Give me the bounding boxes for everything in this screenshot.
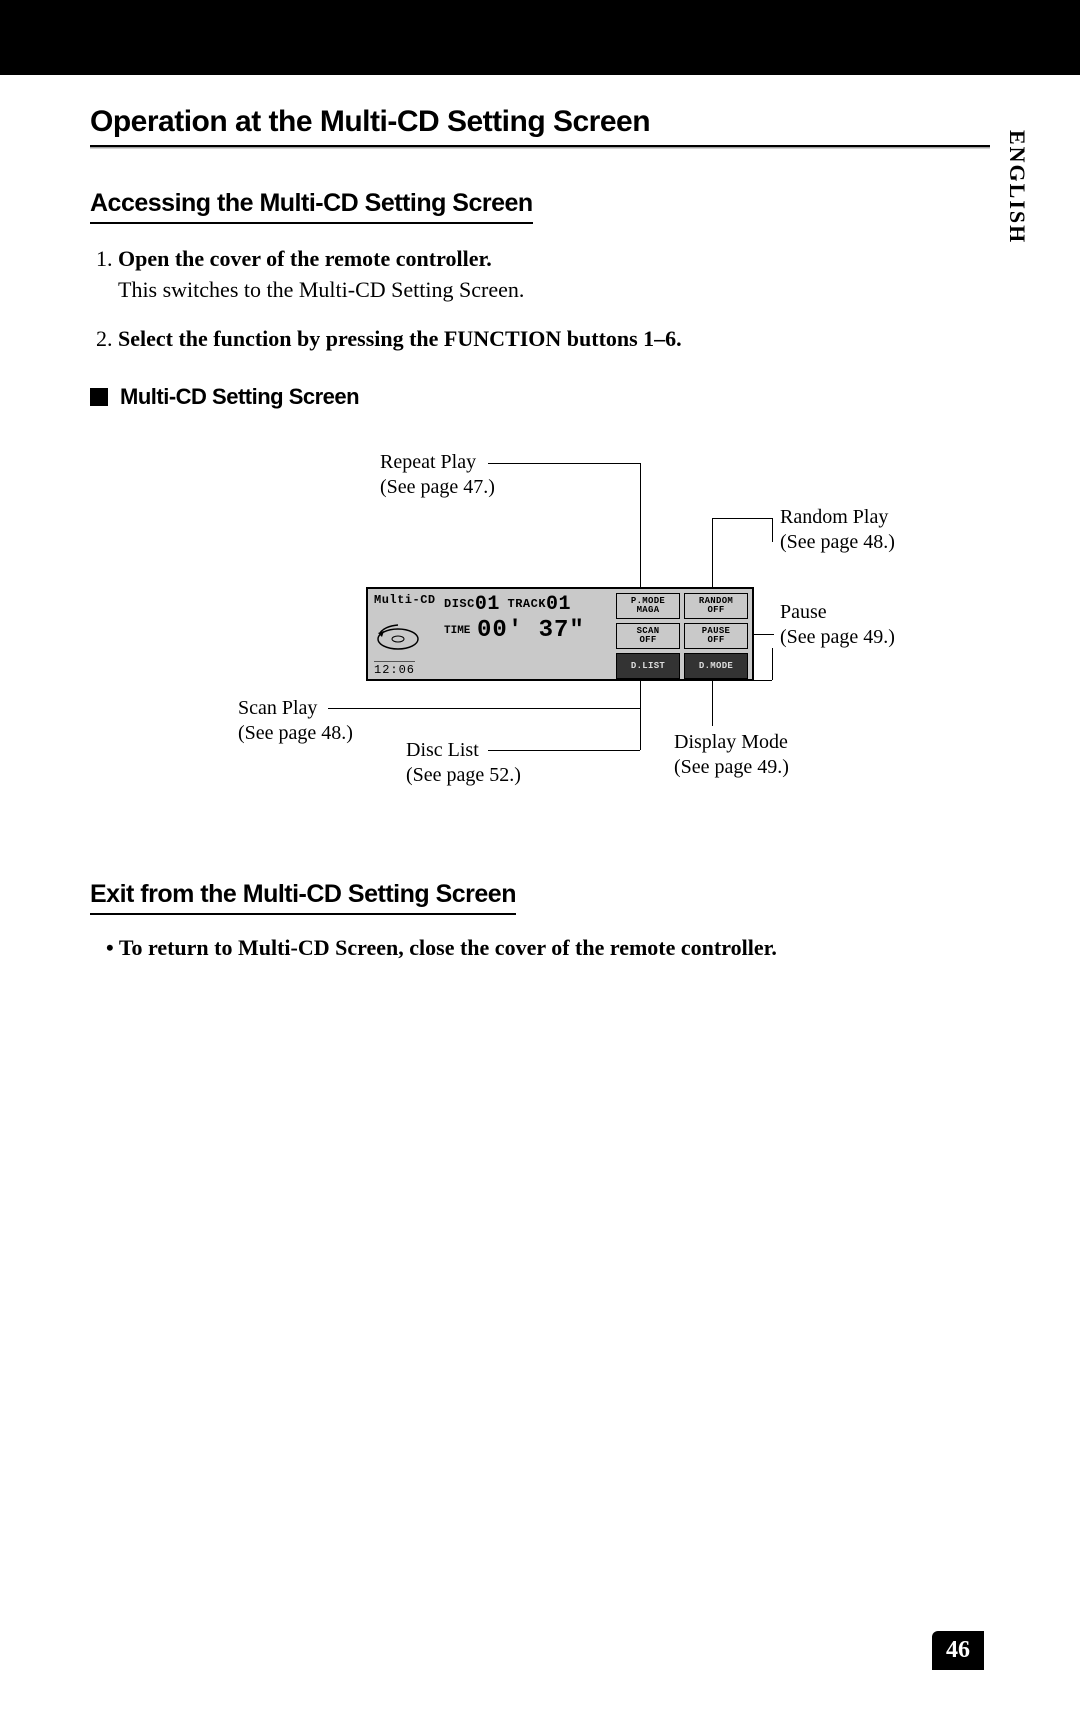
page-content: ENGLISH Operation at the Multi-CD Settin… <box>0 75 1080 1710</box>
callout-pause-ref: (See page 49.) <box>780 625 895 650</box>
steps-list: Open the cover of the remote controller.… <box>90 244 990 354</box>
exit-heading: Exit from the Multi-CD Setting Screen <box>90 880 516 915</box>
title-rule <box>90 145 990 149</box>
lcd-btn-scan: SCAN OFF <box>616 623 680 649</box>
section-title: Operation at the Multi-CD Setting Screen <box>90 105 990 139</box>
lcd-btn-random-l2: OFF <box>707 606 724 615</box>
leader-line <box>488 750 640 751</box>
leader-line <box>712 680 713 726</box>
lcd-clock: 12:06 <box>374 661 415 677</box>
exit-bullet: To return to Multi-CD Screen, close the … <box>106 935 990 961</box>
lcd-btn-dlist-l1: D.LIST <box>631 662 665 671</box>
lcd-time-row: TIME 00' 37" <box>444 617 585 644</box>
leader-line <box>772 648 773 680</box>
callout-dispmode-ref: (See page 49.) <box>674 755 789 780</box>
lcd-button-grid: P.MODE MAGA RANDOM OFF SCAN OFF PAUSE OF… <box>616 593 748 679</box>
leader-line <box>712 518 772 519</box>
header-black-bar <box>0 0 1080 75</box>
step-2-main: Select the function by pressing the FUNC… <box>118 326 682 351</box>
callout-random-title: Random Play <box>780 505 895 530</box>
lcd-time-value: 00' 37" <box>477 617 585 644</box>
lcd-btn-dmode-l1: D.MODE <box>699 662 733 671</box>
screen-subheading: Multi-CD Setting Screen <box>90 384 990 410</box>
callout-pause: Pause (See page 49.) <box>780 600 895 650</box>
lcd-track-num: 01 <box>546 593 571 616</box>
leader-line <box>712 518 713 590</box>
disc-spinner-icon <box>374 619 422 655</box>
callout-display-mode: Display Mode (See page 49.) <box>674 730 789 780</box>
callout-disc-list: Disc List (See page 52.) <box>406 738 521 788</box>
exit-list: To return to Multi-CD Screen, close the … <box>106 935 990 961</box>
leader-line <box>640 680 641 750</box>
lcd-screen: Multi-CD DISC01 TRACK01 TIME 00' 37" <box>366 587 754 681</box>
callout-random-ref: (See page 48.) <box>780 530 895 555</box>
lcd-btn-dlist: D.LIST <box>616 653 680 679</box>
callout-repeat-title: Repeat Play <box>380 450 495 475</box>
callout-disclist-ref: (See page 52.) <box>406 763 521 788</box>
page-number: 46 <box>932 1631 984 1670</box>
lcd-time-label: TIME <box>444 625 470 637</box>
lcd-disc-track: DISC01 TRACK01 <box>444 593 571 616</box>
step-1-sub: This switches to the Multi-CD Setting Sc… <box>118 275 990 306</box>
screen-subheading-text: Multi-CD Setting Screen <box>120 384 359 410</box>
diagram: Repeat Play (See page 47.) Random Play (… <box>220 450 1040 830</box>
step-1-main: Open the cover of the remote controller. <box>118 246 492 271</box>
lcd-mode-label: Multi-CD <box>374 593 436 607</box>
square-bullet-icon <box>90 388 108 406</box>
callout-pause-title: Pause <box>780 600 895 625</box>
lcd-btn-random: RANDOM OFF <box>684 593 748 619</box>
callout-repeat-ref: (See page 47.) <box>380 475 495 500</box>
lcd-btn-pause-l2: OFF <box>707 636 724 645</box>
lcd-left-panel: Multi-CD DISC01 TRACK01 TIME 00' 37" <box>368 589 616 679</box>
lcd-btn-dmode: D.MODE <box>684 653 748 679</box>
page-number-wrap: 46 <box>90 1631 990 1710</box>
callout-scan: Scan Play (See page 48.) <box>238 696 353 746</box>
lcd-btn-pmode: P.MODE MAGA <box>616 593 680 619</box>
language-tab: ENGLISH <box>1004 130 1030 244</box>
accessing-heading: Accessing the Multi-CD Setting Screen <box>90 189 533 224</box>
callout-repeat: Repeat Play (See page 47.) <box>380 450 495 500</box>
lcd-btn-pmode-l2: MAGA <box>637 606 660 615</box>
leader-line <box>772 518 773 542</box>
lcd-btn-scan-l2: OFF <box>639 636 656 645</box>
lcd-disc-label: DISC <box>444 597 475 611</box>
leader-line <box>328 708 640 709</box>
callout-dispmode-title: Display Mode <box>674 730 789 755</box>
step-2: Select the function by pressing the FUNC… <box>118 324 990 355</box>
lcd-btn-pause: PAUSE OFF <box>684 623 748 649</box>
lcd-track-label: TRACK <box>508 597 547 611</box>
leader-line <box>488 463 640 464</box>
callout-scan-ref: (See page 48.) <box>238 721 353 746</box>
step-1: Open the cover of the remote controller.… <box>118 244 990 306</box>
callout-random: Random Play (See page 48.) <box>780 505 895 555</box>
lcd-disc-num: 01 <box>475 593 500 616</box>
leader-line <box>640 463 641 590</box>
